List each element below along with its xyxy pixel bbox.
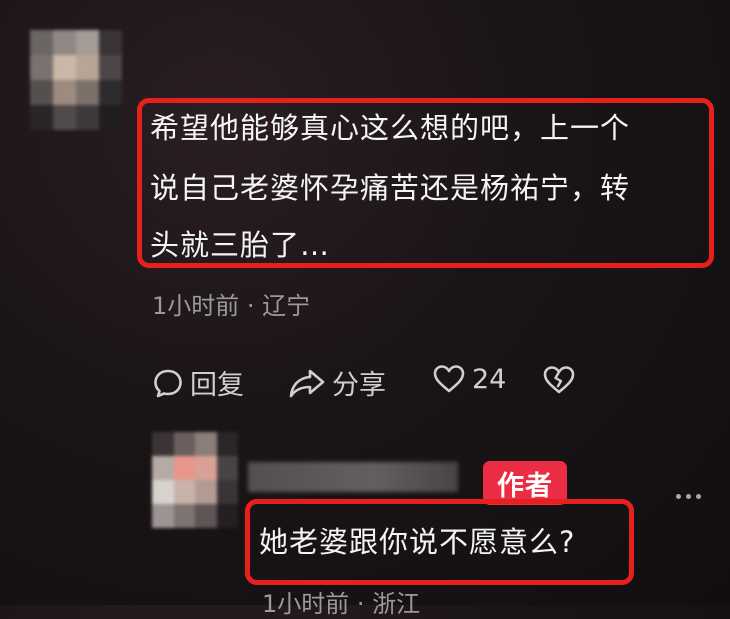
comment-1-line-3: 头就三胎了… [150, 228, 331, 262]
dislike-heart-icon [543, 366, 575, 394]
avatar-commenter-1[interactable] [30, 30, 122, 130]
like-count: 24 [472, 363, 507, 395]
more-icon[interactable] [676, 494, 701, 499]
reply-label: 回复 [190, 370, 244, 401]
heart-icon [433, 365, 465, 393]
comment-2-text: 她老婆跟你说不愿意么? [259, 525, 576, 559]
share-label: 分享 [332, 370, 386, 401]
comment-1-line-1: 希望他能够真心这么想的吧，上一个 [150, 111, 631, 145]
avatar-author[interactable] [152, 432, 238, 528]
dislike-button[interactable] [542, 364, 576, 396]
author-name-blurred[interactable] [248, 462, 458, 492]
share-button[interactable]: 分享 [288, 363, 386, 402]
reply-icon [154, 369, 182, 397]
comment-1-meta: 1小时前 · 辽宁 [152, 292, 311, 320]
comment-2-meta: 1小时前 · 浙江 [262, 590, 421, 618]
comment-1-line-2: 说自己老婆怀孕痛苦还是杨祐宁，转 [150, 171, 631, 205]
share-icon [289, 369, 325, 397]
like-button[interactable]: 24 [432, 363, 506, 395]
reply-button[interactable]: 回复 [152, 363, 244, 402]
